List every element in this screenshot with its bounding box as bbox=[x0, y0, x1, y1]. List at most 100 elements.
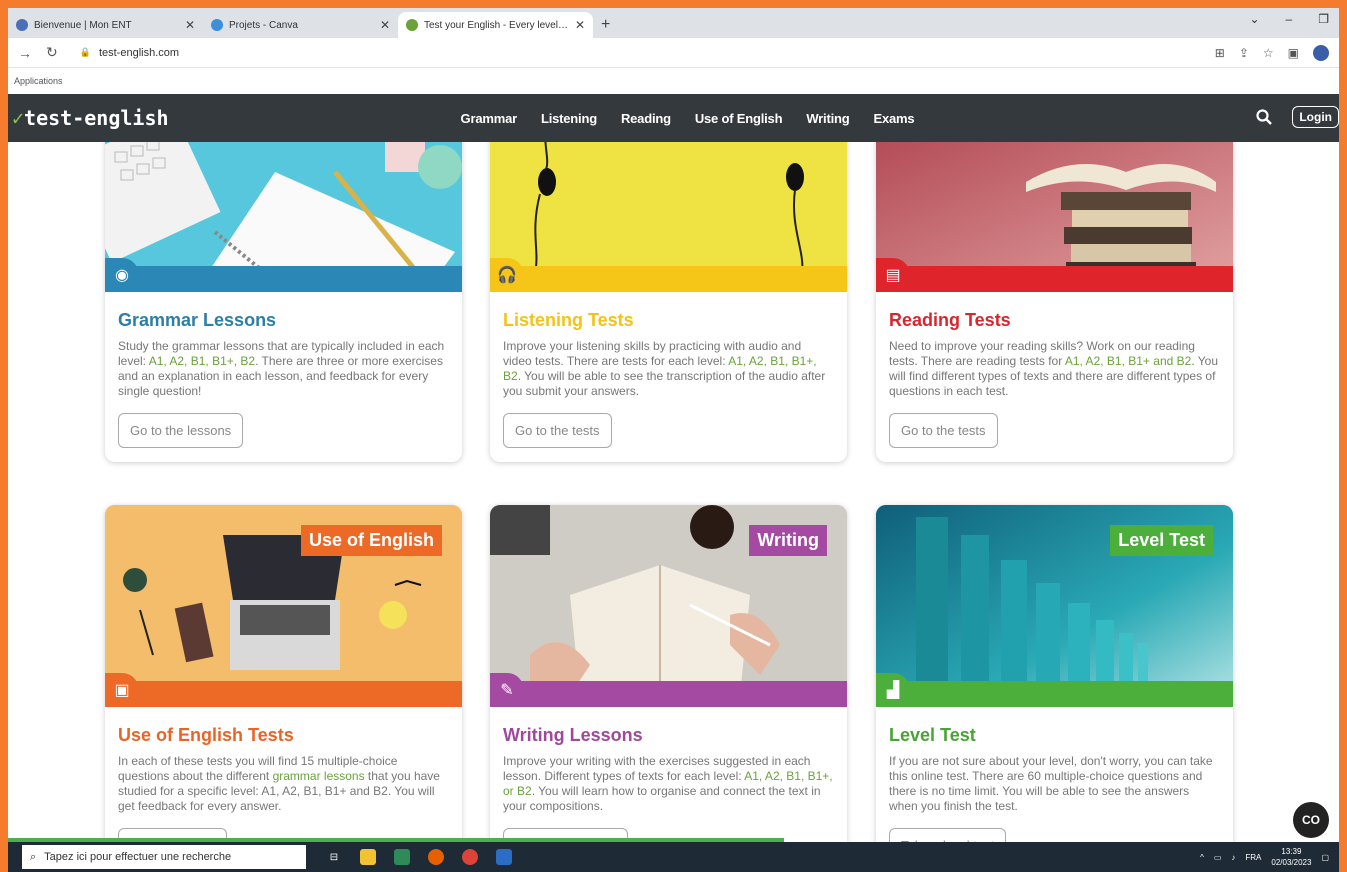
card-level-test: Level Test ▟ Level Test If you are not s… bbox=[876, 505, 1233, 842]
address-bar-actions: ⊞ ⇪ ☆ ▣ bbox=[1215, 44, 1329, 61]
document-icon: ▤ bbox=[876, 258, 910, 292]
firefox-icon[interactable] bbox=[428, 849, 444, 865]
desc-levels[interactable]: grammar lessons bbox=[273, 769, 365, 783]
clipboard-check-icon: ▣ bbox=[105, 673, 139, 707]
test-english-favicon-icon bbox=[406, 19, 418, 31]
go-to-tests-button[interactable]: Go to the tests bbox=[889, 413, 998, 448]
card-title[interactable]: Use of English Tests bbox=[118, 725, 448, 746]
menu-reading[interactable]: Reading bbox=[621, 111, 671, 126]
writing-tag: Writing bbox=[749, 525, 827, 556]
go-to-tests-button[interactable]: Go to the tests bbox=[503, 413, 612, 448]
windows-taskbar: ⌕ Tapez ici pour effectuer une recherche… bbox=[8, 842, 1339, 872]
system-tray: ^ ▭ ♪ FRA 13:39 02/03/2023 ▢ bbox=[1200, 846, 1329, 868]
screen-frame: Bienvenue | Mon ENT ✕ Projets - Canva ✕ … bbox=[8, 8, 1339, 872]
menu-grammar[interactable]: Grammar bbox=[461, 111, 518, 126]
card-title[interactable]: Level Test bbox=[889, 725, 1219, 746]
clock[interactable]: 13:39 02/03/2023 bbox=[1271, 846, 1311, 868]
card-title[interactable]: Listening Tests bbox=[503, 310, 833, 331]
level-test-tag: Level Test bbox=[1110, 525, 1213, 556]
search-icon: ⌕ bbox=[30, 850, 37, 863]
network-icon[interactable]: ▭ bbox=[1214, 853, 1222, 862]
card-title[interactable]: Reading Tests bbox=[889, 310, 1219, 331]
level-test-card-image[interactable]: Level Test ▟ bbox=[876, 505, 1233, 707]
card-description: If you are not sure about your level, do… bbox=[889, 754, 1219, 814]
tab-title: Test your English - Every level ar bbox=[424, 19, 569, 31]
search-icon[interactable] bbox=[1256, 109, 1273, 125]
url-text: test-english.com bbox=[98, 46, 180, 59]
use-of-english-tag: Use of English bbox=[300, 525, 442, 556]
tab-title: Bienvenue | Mon ENT bbox=[34, 19, 132, 31]
url-field[interactable]: 🔒 test-english.com bbox=[72, 42, 1215, 64]
canva-favicon-icon bbox=[211, 19, 223, 31]
chrome-icon[interactable] bbox=[462, 849, 478, 865]
card-use-of-english: Use of English ▣ Use of English Tests In… bbox=[105, 505, 462, 842]
card-description: In each of these tests you will find 15 … bbox=[118, 754, 448, 814]
notifications-icon[interactable]: ▢ bbox=[1321, 853, 1329, 862]
green-app-icon[interactable] bbox=[394, 849, 410, 865]
close-tab-icon[interactable]: ✕ bbox=[575, 18, 585, 32]
go-to-lessons-button[interactable]: Go to the lessons bbox=[118, 413, 244, 448]
card-description: Study the grammar lessons that are typic… bbox=[118, 339, 448, 399]
bookmark-star-icon[interactable]: ☆ bbox=[1263, 46, 1274, 60]
profile-avatar-icon[interactable] bbox=[1313, 44, 1329, 61]
grammar-badge-icon: ◉ bbox=[105, 258, 139, 292]
taskbar-search[interactable]: ⌕ Tapez ici pour effectuer une recherche bbox=[22, 845, 306, 869]
desc-levels[interactable]: A1, A2, B1, B1+ and B2 bbox=[1065, 354, 1191, 368]
maximize-icon[interactable]: ❐ bbox=[1318, 12, 1329, 26]
task-view-icon[interactable]: ⊟ bbox=[326, 849, 342, 865]
login-button[interactable]: Login bbox=[1292, 106, 1339, 128]
menu-writing[interactable]: Writing bbox=[806, 111, 849, 126]
logo-text: test-english bbox=[24, 106, 169, 130]
listening-card-image[interactable]: 🎧 bbox=[490, 142, 847, 292]
browser-tab-test-english[interactable]: Test your English - Every level ar ✕ bbox=[398, 12, 593, 38]
writing-card-image[interactable]: Writing ✎ bbox=[490, 505, 847, 707]
card-title[interactable]: Grammar Lessons bbox=[118, 310, 448, 331]
menu-use-of-english[interactable]: Use of English bbox=[695, 111, 783, 126]
close-tab-icon[interactable]: ✕ bbox=[380, 18, 390, 32]
new-tab-button[interactable]: + bbox=[601, 12, 610, 38]
headphones-icon: 🎧 bbox=[490, 258, 524, 292]
search-placeholder: Tapez ici pour effectuer une recherche bbox=[44, 851, 232, 863]
file-explorer-icon[interactable] bbox=[360, 849, 376, 865]
browser-tab-canva[interactable]: Projets - Canva ✕ bbox=[203, 12, 398, 38]
language-indicator[interactable]: FRA bbox=[1245, 853, 1261, 862]
site-logo[interactable]: ✓test-english bbox=[8, 106, 169, 130]
reading-color-bar bbox=[876, 266, 1233, 292]
use-of-english-card-image[interactable]: Use of English ▣ bbox=[105, 505, 462, 707]
volume-icon[interactable]: ♪ bbox=[1231, 853, 1235, 862]
cookie-consent-button[interactable]: CO bbox=[1293, 802, 1329, 838]
card-description: Need to improve your reading skills? Wor… bbox=[889, 339, 1219, 399]
navbar-actions: Login bbox=[1256, 106, 1339, 128]
pencil-document-icon: ✎ bbox=[490, 673, 524, 707]
forward-icon[interactable]: → bbox=[18, 45, 32, 61]
bookmark-applications[interactable]: Applications bbox=[14, 76, 63, 86]
ent-favicon-icon bbox=[16, 19, 28, 31]
grammar-card-image[interactable]: ◉ bbox=[105, 142, 462, 292]
reload-icon[interactable]: ↻ bbox=[46, 44, 58, 61]
card-title[interactable]: Writing Lessons bbox=[503, 725, 833, 746]
translate-icon[interactable]: ⊞ bbox=[1215, 46, 1225, 60]
browser-tab-ent[interactable]: Bienvenue | Mon ENT ✕ bbox=[8, 12, 203, 38]
level-test-color-bar bbox=[876, 681, 1233, 707]
listening-color-bar bbox=[490, 266, 847, 292]
grammar-color-bar bbox=[105, 266, 462, 292]
desc-levels[interactable]: A1, A2, B1, B1+, B2 bbox=[149, 354, 255, 368]
menu-listening[interactable]: Listening bbox=[541, 111, 597, 126]
tab-list-icon[interactable]: ⌄ bbox=[1249, 12, 1259, 26]
take-level-test-button[interactable]: Take a level test bbox=[889, 828, 1007, 842]
signal-bars-icon: ▟ bbox=[876, 673, 910, 707]
lock-icon: 🔒 bbox=[79, 47, 91, 57]
desc-text: . You will be able to see the transcript… bbox=[503, 369, 826, 398]
share-icon[interactable]: ⇪ bbox=[1239, 46, 1249, 60]
tray-chevron-icon[interactable]: ^ bbox=[1200, 853, 1204, 862]
reading-card-image[interactable]: ▤ bbox=[876, 142, 1233, 292]
word-icon[interactable] bbox=[496, 849, 512, 865]
main-content: ◉ Grammar Lessons Study the grammar less… bbox=[8, 142, 1339, 842]
card-grammar: ◉ Grammar Lessons Study the grammar less… bbox=[105, 142, 462, 462]
close-tab-icon[interactable]: ✕ bbox=[185, 18, 195, 32]
minimize-icon[interactable]: – bbox=[1286, 12, 1293, 26]
menu-exams[interactable]: Exams bbox=[873, 111, 914, 126]
browser-tab-bar: Bienvenue | Mon ENT ✕ Projets - Canva ✕ … bbox=[8, 8, 1339, 38]
side-panel-icon[interactable]: ▣ bbox=[1288, 46, 1299, 60]
card-description: Improve your listening skills by practic… bbox=[503, 339, 833, 399]
